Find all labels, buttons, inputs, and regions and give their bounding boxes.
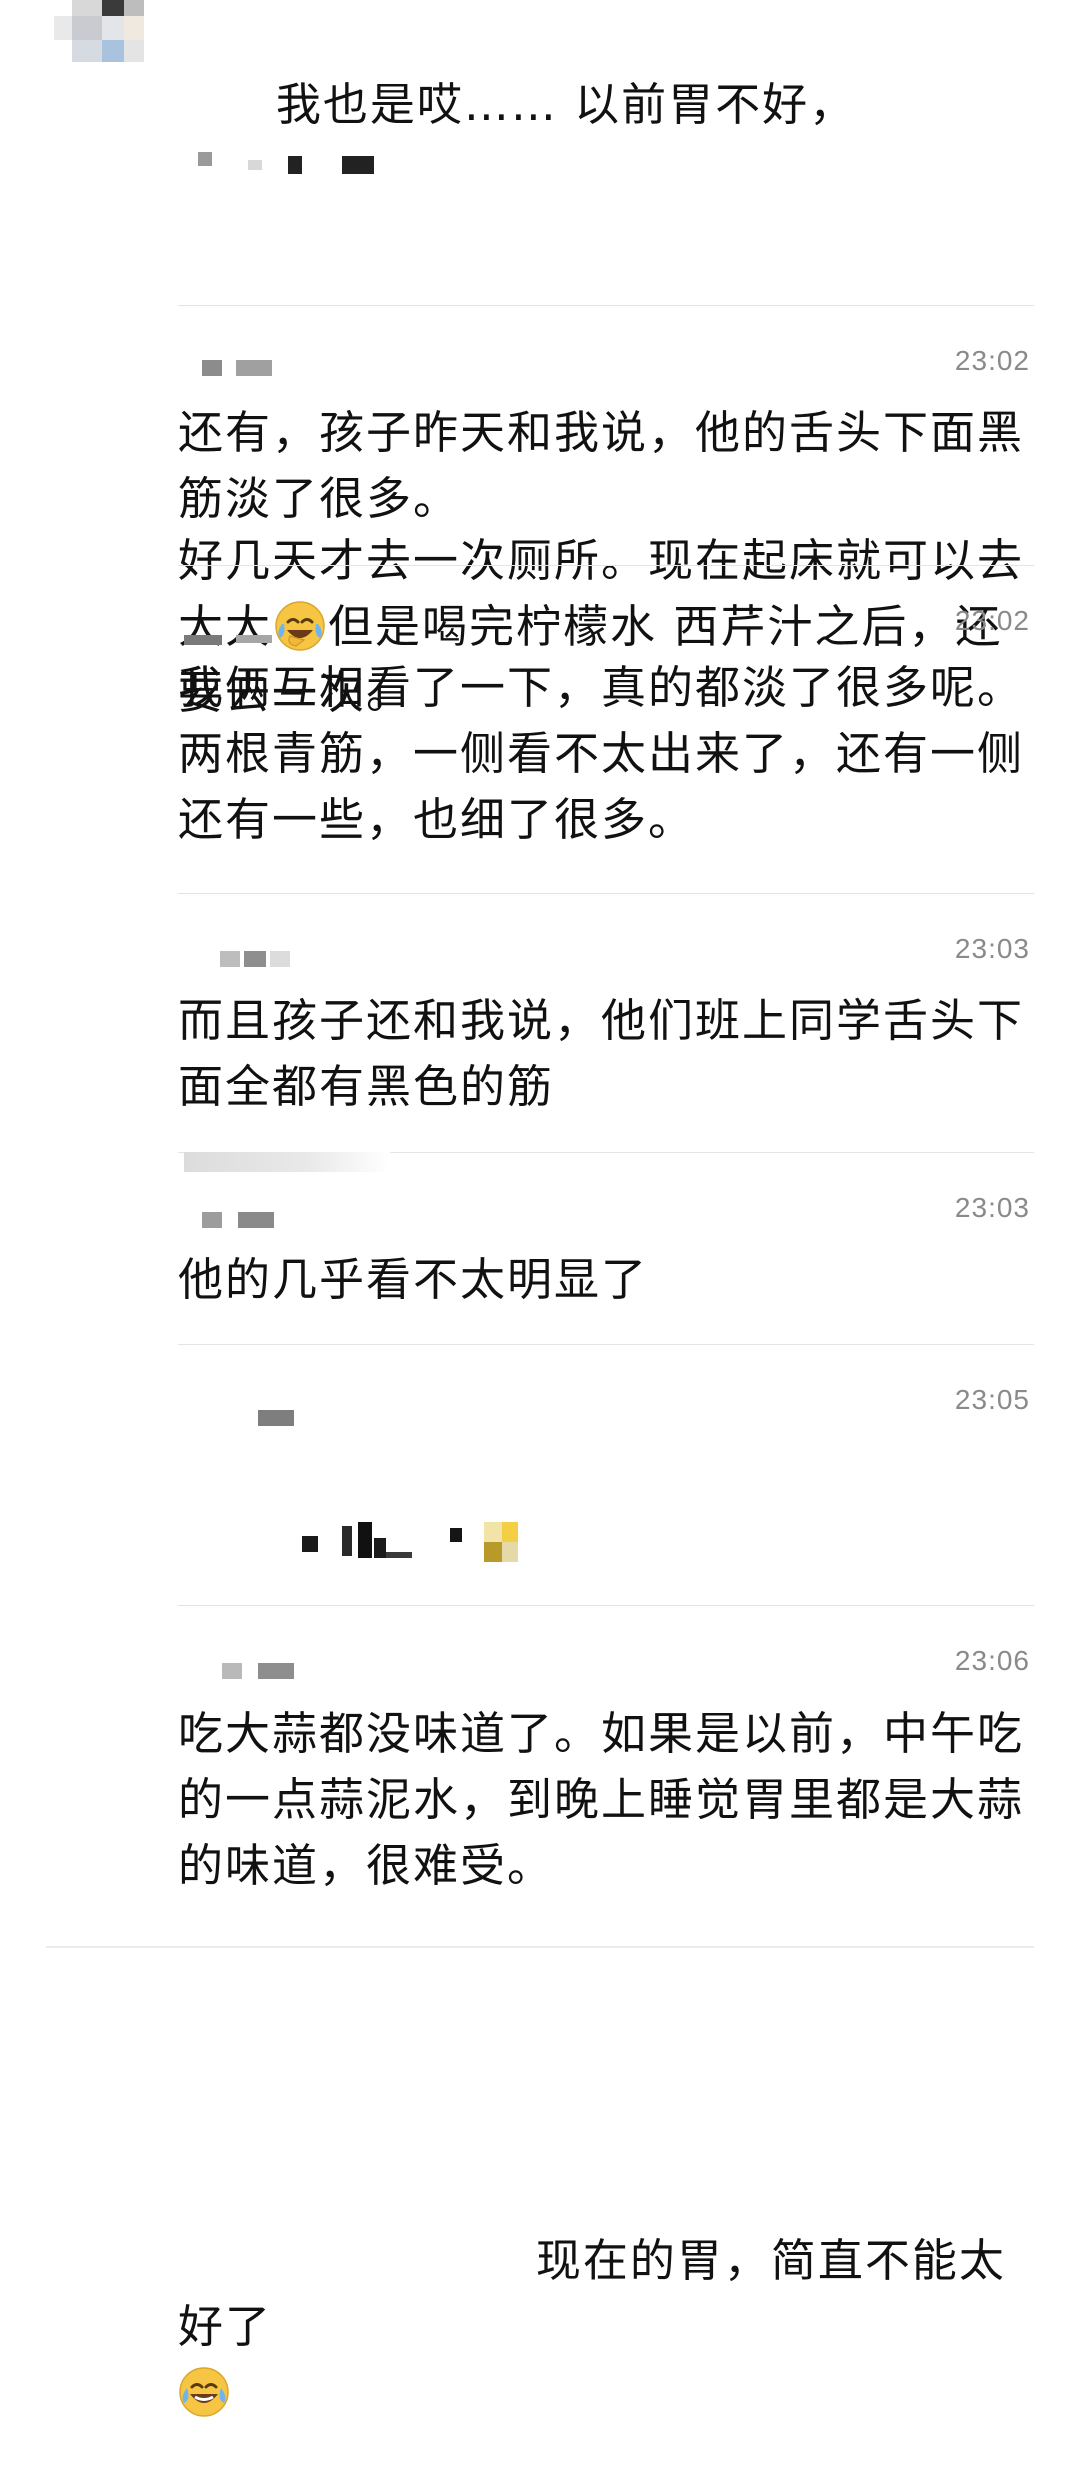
divider bbox=[178, 1344, 1034, 1345]
redacted-text bbox=[178, 138, 388, 178]
comment-text: 还有，孩子昨天和我说，他的舌头下面黑筋淡了很多。 bbox=[178, 406, 1025, 525]
username-redacted[interactable] bbox=[258, 1410, 298, 1426]
timestamp: 23:02 bbox=[954, 605, 1030, 636]
comment-text: 而且孩子还和我说，他们班上同学舌头下面全都有黑色的筋 bbox=[178, 994, 1025, 1113]
comment-text-part1: 我也是哎…… 以前胃不好， bbox=[275, 78, 857, 131]
username-redacted[interactable] bbox=[202, 360, 292, 376]
timestamp: 23:02 bbox=[954, 345, 1030, 376]
comment-thread: 我也是哎…… 以前胃不好， 好几天才去一次厕所。现在起床就可以去大大 但是喝完柠… bbox=[0, 0, 1080, 2417]
divider bbox=[178, 1605, 1034, 1606]
username-redacted[interactable] bbox=[202, 1212, 292, 1228]
divider bbox=[178, 305, 1034, 306]
username-redacted[interactable] bbox=[222, 1663, 312, 1679]
comment-text: 吃大蒜都没味道了。如果是以前，中午吃的一点蒜泥水，到晚上睡觉胃里都是大蒜的味道，… bbox=[178, 1707, 1025, 1892]
timestamp: 23:06 bbox=[954, 1645, 1030, 1676]
timestamp: 23:05 bbox=[954, 1384, 1030, 1415]
avatar[interactable] bbox=[54, 0, 146, 62]
comment-text: 我俩互相看了一下，真的都淡了很多呢。两根青筋，一侧看不太出来了，还有一侧还有一些… bbox=[178, 661, 1025, 846]
redacted-text bbox=[276, 1512, 536, 1568]
divider bbox=[178, 893, 1034, 894]
timestamp: 23:03 bbox=[954, 933, 1030, 964]
comment-text: 现在的胃，简直不能太好了 bbox=[178, 1446, 1028, 2492]
comment-text: 他的几乎看不太明显了 bbox=[178, 1253, 649, 1306]
divider bbox=[178, 565, 1034, 566]
laughing-crying-emoji-icon bbox=[179, 2367, 229, 2417]
bottom-divider bbox=[46, 1946, 1034, 1948]
timestamp: 23:03 bbox=[954, 1192, 1030, 1223]
username-redacted[interactable] bbox=[184, 635, 284, 651]
redacted-bar bbox=[184, 1152, 390, 1172]
username-redacted[interactable] bbox=[220, 951, 310, 967]
